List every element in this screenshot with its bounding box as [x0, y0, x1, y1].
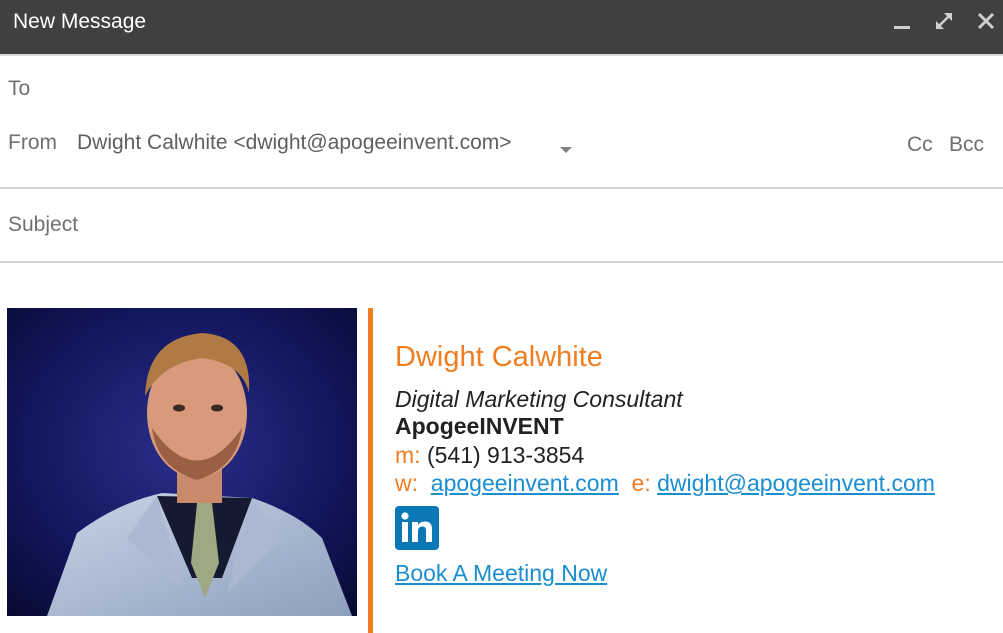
title-divider: [0, 54, 1003, 56]
profile-photo: [7, 308, 357, 616]
email-label: e:: [631, 470, 651, 496]
to-field[interactable]: To: [8, 77, 30, 101]
website-link[interactable]: apogeeinvent.com: [431, 470, 619, 496]
minimize-icon[interactable]: [891, 10, 913, 32]
signature-company: ApogeeINVENT: [395, 413, 564, 439]
book-meeting-link[interactable]: Book A Meeting Now: [395, 560, 607, 587]
compose-title-bar: New Message: [0, 0, 1003, 54]
email-link[interactable]: dwight@apogeeinvent.com: [657, 470, 935, 496]
mobile-label: m:: [395, 442, 421, 468]
window-title: New Message: [13, 10, 147, 33]
signature-contact-line: w: apogeeinvent.com e: dwight@apogeeinve…: [395, 470, 935, 497]
chevron-down-icon[interactable]: [559, 142, 573, 153]
linkedin-icon[interactable]: [395, 506, 439, 550]
cc-button[interactable]: Cc: [907, 133, 933, 157]
close-icon[interactable]: [975, 10, 997, 32]
from-select[interactable]: Dwight Calwhite <dwight@apogeeinvent.com…: [77, 131, 512, 155]
divider: [0, 261, 1003, 263]
mobile-number: (541) 913-3854: [426, 442, 585, 468]
divider: [0, 187, 1003, 189]
signature-mobile: m: (541) 913-3854: [395, 442, 584, 469]
signature-name: Dwight Calwhite: [395, 341, 603, 373]
from-label: From: [8, 131, 57, 154]
signature-job-title: Digital Marketing Consultant: [395, 386, 683, 412]
bcc-button[interactable]: Bcc: [949, 133, 984, 157]
website-label: w:: [395, 470, 418, 496]
subject-input[interactable]: [8, 210, 988, 240]
signature-divider: [368, 308, 373, 633]
maximize-icon[interactable]: [933, 10, 955, 32]
